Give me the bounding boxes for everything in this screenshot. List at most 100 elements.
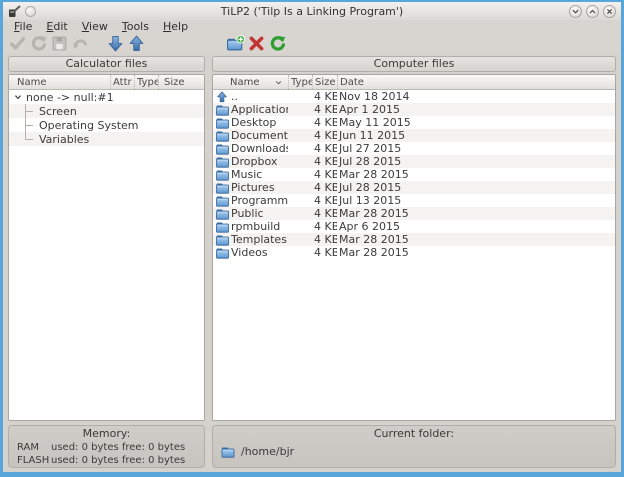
column-type[interactable]: Type [288, 75, 312, 89]
computer-files-title: Computer files [212, 56, 616, 72]
folder-icon [221, 446, 235, 458]
file-row-item[interactable]: .. 4 KB Nov 18 2014 [213, 90, 615, 103]
file-size: 4 KB [312, 181, 337, 194]
close-button[interactable] [603, 5, 616, 18]
memory-ram-value: used: 0 bytes free: 0 bytes [51, 441, 185, 454]
file-row-downloads[interactable]: Downloads 4 KB Jul 27 2015 [213, 142, 615, 155]
tree-row-screen[interactable]: Screen [9, 104, 204, 118]
file-date: Jun 11 2015 [337, 129, 615, 142]
window-controls [569, 5, 616, 18]
file-row-templates[interactable]: Templates 4 KB Mar 28 2015 [213, 233, 615, 246]
expander-icon[interactable] [12, 93, 24, 101]
revert-button[interactable] [70, 34, 91, 53]
computer-column-header: Name Type Size Date [213, 75, 615, 90]
file-name: Applications [229, 103, 288, 116]
file-date: Jul 28 2015 [337, 181, 615, 194]
delete-x-icon [248, 35, 265, 52]
file-row-rpmbuild[interactable]: rpmbuild 4 KB Apr 6 2015 [213, 220, 615, 233]
file-name: Templates [229, 233, 288, 246]
file-row-public[interactable]: Public 4 KB Mar 28 2015 [213, 207, 615, 220]
file-row-documents[interactable]: Documents 4 KB Jun 11 2015 [213, 129, 615, 142]
file-row-desktop[interactable]: Desktop 4 KB May 11 2015 [213, 116, 615, 129]
file-row-applications[interactable]: Applications 4 KB Apr 1 2015 [213, 103, 615, 116]
refresh-green-icon [269, 35, 286, 52]
calculator-files-title: Calculator files [8, 56, 205, 72]
file-row-videos[interactable]: Videos 4 KB Mar 28 2015 [213, 246, 615, 259]
memory-flash-row: FLASH used: 0 bytes free: 0 bytes [9, 454, 204, 467]
computer-files-list: Name Type Size Date [212, 74, 616, 421]
arrow-up-button[interactable] [126, 34, 147, 53]
app-icon [8, 5, 21, 18]
memory-panel: Memory: RAM used: 0 bytes free: 0 bytes … [8, 425, 205, 468]
column-name[interactable]: Name [9, 75, 110, 89]
window-title: TiLP2 ('Tilp Is a Linking Program') [3, 5, 621, 18]
file-name: Documents [229, 129, 288, 142]
folder-icon [216, 104, 229, 116]
window-menu-button[interactable] [25, 6, 36, 17]
column-name[interactable]: Name [213, 75, 288, 89]
folder-icon [216, 156, 229, 168]
new-folder-icon [227, 35, 245, 52]
file-size: 4 KB [312, 116, 337, 129]
column-type[interactable]: Type [134, 75, 158, 89]
folder-icon [216, 182, 229, 194]
file-row-dropbox[interactable]: Dropbox 4 KB Jul 28 2015 [213, 155, 615, 168]
tree-root-label: none -> null:#1 [24, 91, 114, 104]
memory-flash-label: FLASH [17, 454, 51, 467]
menubar: FileEditViewToolsHelp [3, 20, 621, 33]
refresh-dirlist-button[interactable] [267, 34, 288, 53]
tree-row-root[interactable]: none -> null:#1 [9, 90, 204, 104]
file-row-pictures[interactable]: Pictures 4 KB Jul 28 2015 [213, 181, 615, 194]
folder-icon [216, 130, 229, 142]
check-icon [9, 35, 26, 52]
sort-chevron-icon [275, 79, 282, 86]
delete-button[interactable] [246, 34, 267, 53]
file-row-programming[interactable]: Programming 4 KB Jul 13 2015 [213, 194, 615, 207]
menu-view[interactable]: View [75, 20, 115, 33]
computer-panel: Computer files Name Type Size Date [212, 56, 616, 468]
arrow-down-button[interactable] [105, 34, 126, 53]
file-size: 4 KB [312, 220, 337, 233]
file-date: Apr 1 2015 [337, 103, 615, 116]
column-size[interactable]: Size [312, 75, 337, 89]
column-attr[interactable]: Attr [110, 75, 134, 89]
menu-tools[interactable]: Tools [115, 20, 156, 33]
file-size: 4 KB [312, 155, 337, 168]
file-name: Dropbox [229, 155, 288, 168]
maximize-button[interactable] [586, 5, 599, 18]
tree-row-variables[interactable]: Variables [9, 132, 204, 146]
file-date: Jul 27 2015 [337, 142, 615, 155]
refresh-button[interactable] [28, 34, 49, 53]
save-button[interactable] [49, 34, 70, 53]
tilp2-window: TiLP2 ('Tilp Is a Linking Program') File… [0, 0, 624, 477]
file-name: .. [229, 90, 288, 103]
column-size[interactable]: Size [158, 75, 204, 89]
tree-row-operating-system[interactable]: Operating System [9, 118, 204, 132]
file-name: Pictures [229, 181, 288, 194]
menu-help[interactable]: Help [156, 20, 195, 33]
file-name: Downloads [229, 142, 288, 155]
column-date[interactable]: Date [337, 75, 615, 89]
refresh-icon [30, 35, 47, 52]
current-folder-panel: Current folder: /home/bjr [212, 425, 616, 468]
memory-title: Memory: [9, 427, 204, 441]
calculator-panel: Calculator files Name Attr Type Size non… [8, 56, 205, 468]
folder-icon [216, 208, 229, 220]
file-size: 4 KB [312, 103, 337, 116]
folder-icon [216, 247, 229, 259]
file-date: Mar 28 2015 [337, 168, 615, 181]
file-name: Programming [229, 194, 288, 207]
new-folder-button[interactable] [225, 34, 246, 53]
check-button[interactable] [7, 34, 28, 53]
menu-file[interactable]: File [7, 20, 39, 33]
folder-icon [216, 143, 229, 155]
menu-edit[interactable]: Edit [39, 20, 74, 33]
file-date: Nov 18 2014 [337, 90, 615, 103]
main-area: Calculator files Name Attr Type Size non… [3, 54, 621, 472]
folder-icon [216, 221, 229, 233]
minimize-button[interactable] [569, 5, 582, 18]
file-row-music[interactable]: Music 4 KB Mar 28 2015 [213, 168, 615, 181]
toolbar [3, 33, 621, 54]
tree-item-label: Operating System [36, 119, 139, 132]
titlebar[interactable]: TiLP2 ('Tilp Is a Linking Program') [3, 2, 621, 20]
